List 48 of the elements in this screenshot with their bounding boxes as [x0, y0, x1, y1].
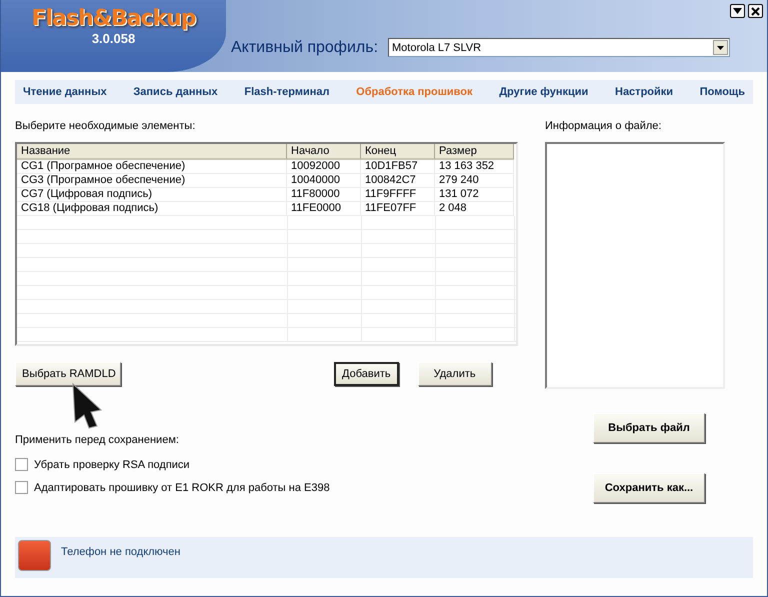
select-file-button[interactable]: Выбрать файл: [593, 413, 705, 443]
tab[interactable]: Запись данных: [133, 86, 218, 98]
caret-icon: [733, 8, 742, 14]
status-text: Телефон не подключен: [61, 546, 180, 558]
table-cell: 13 163 352: [435, 160, 514, 174]
column-header[interactable]: Начало: [287, 144, 361, 160]
table-cell: 100842C7: [361, 174, 435, 188]
action-button[interactable]: Выбрать RAMDLD: [15, 362, 121, 386]
option-label: Адаптировать прошивку от E1 ROKR для работы на E398: [34, 482, 330, 494]
close-icon: [751, 6, 760, 16]
column-header[interactable]: Конец: [361, 144, 435, 160]
table-cell: 279 240: [435, 174, 514, 188]
save-as-button[interactable]: Сохранить как...: [593, 473, 705, 503]
table-cell: 10040000: [287, 174, 361, 188]
column-header[interactable]: Размер: [435, 144, 514, 160]
table-cell: CG18 (Цифровая подпись): [17, 202, 287, 216]
profile-label: Активный профиль:: [231, 38, 378, 56]
table-cell: CG1 (Програмное обеспечение): [17, 160, 287, 174]
checkbox[interactable]: [15, 481, 28, 494]
tab[interactable]: Помощь: [700, 86, 745, 98]
action-button[interactable]: Добавить: [334, 362, 399, 386]
table-cell: 2 048: [435, 202, 514, 216]
tab[interactable]: Чтение данных: [23, 86, 107, 98]
tab[interactable]: Другие функции: [499, 86, 588, 98]
table-cell: 11F9FFFF: [361, 188, 435, 202]
tab[interactable]: Настройки: [615, 86, 674, 98]
table-cell: CG3 (Програмное обеспечение): [17, 174, 287, 188]
table-cell: 11F80000: [287, 188, 361, 202]
tab[interactable]: Flash-терминал: [244, 86, 330, 98]
option-label: Убрать проверку RSA подписи: [34, 458, 190, 470]
checkbox[interactable]: [15, 458, 28, 471]
elements-label: Выберите необходимые элементы:: [15, 120, 196, 132]
table-cell: 10092000: [287, 160, 361, 174]
table-cell: 11FE07FF: [361, 202, 435, 216]
table-cell: CG7 (Цифровая подпись): [17, 188, 287, 202]
close-button[interactable]: [748, 4, 763, 18]
version-label: 3.0.058: [92, 31, 136, 46]
table-cell: 10D1FB57: [361, 160, 435, 174]
caret-icon: [717, 46, 724, 50]
column-header[interactable]: Название: [17, 144, 287, 160]
action-button[interactable]: Удалить: [418, 362, 492, 386]
table-cell: 131 072: [435, 188, 514, 202]
minimize-button[interactable]: [730, 4, 745, 18]
table-cell: 11FE0000: [287, 202, 361, 216]
profile-dropdown[interactable]: Motorola L7 SLVR: [388, 38, 730, 57]
app-logo: Flash&Backup: [31, 6, 196, 31]
file-info-label: Информация о файле:: [545, 120, 662, 132]
apply-label: Применить перед сохранением:: [15, 434, 180, 446]
